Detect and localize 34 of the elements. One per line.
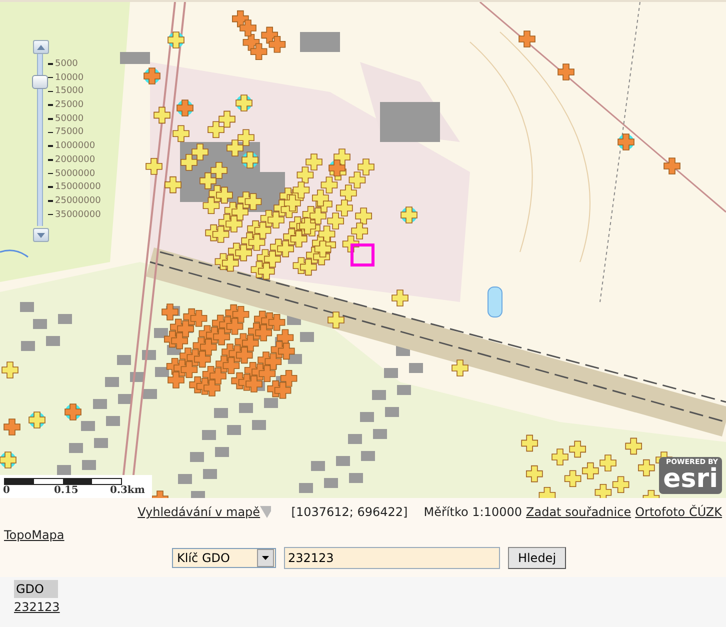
zoom-scale-label: 25000000 [55,194,101,207]
zoom-scale-label: 50000 [55,112,84,125]
zoom-scale-label: 1000000 [55,140,96,152]
result-link[interactable]: 232123 [14,600,60,614]
zoom-scale-label: 25000 [55,99,84,112]
topomap-link[interactable]: TopoMapa [4,528,64,542]
search-field[interactable]: 232123 [284,547,500,569]
caret-icon [262,556,269,560]
esri-logo: esri [663,466,718,492]
down-triangle-icon [37,232,45,238]
scale-label: 0.3km [110,485,145,496]
coordinates-text: [1037612; 696422] [291,505,408,519]
zoom-scale-label: 15000 [55,85,84,98]
zoom-scale-label: 5000 [55,58,78,70]
map-link[interactable]: Zadat souřadnice [526,505,632,519]
zoom-out-button[interactable] [33,228,49,242]
zoom-scale-label: 5000000 [55,168,96,180]
search-button[interactable]: Hledej [508,547,566,569]
scale-label: 0.15 [54,485,78,496]
zoom-scale-label: 15000000 [55,181,101,194]
search-key-select[interactable]: Klíč GDO [172,548,276,568]
column-header: GDO [14,580,58,598]
map-link[interactable]: Ortofoto ČÚZK [635,505,722,519]
scale-text: Měřítko 1:10000 [424,505,522,519]
zoom-in-button[interactable] [33,40,49,54]
zoom-scale-label: 10000 [55,72,84,84]
zoom-slider-thumb[interactable] [32,74,48,89]
zoom-scale-label: 75000 [55,126,84,138]
triangle-icon [260,506,272,518]
up-triangle-icon [37,44,45,50]
scale-label: 0 [3,485,10,496]
zoom-scale-label: 35000000 [55,208,101,221]
map-search-link[interactable]: Vyhledávání v mapě [138,505,260,519]
zoom-scale-label: 2000000 [55,154,96,166]
